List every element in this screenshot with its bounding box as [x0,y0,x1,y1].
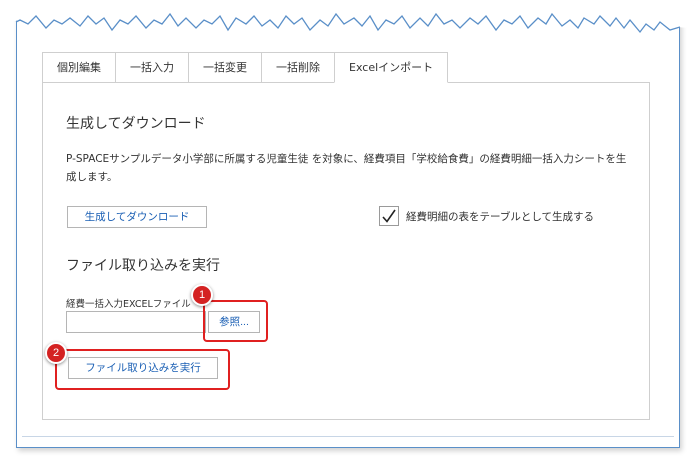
table-format-checkbox-label: 経費明細の表をテーブルとして生成する [406,211,595,223]
torn-edge [0,0,694,34]
highlight-execute [55,349,230,390]
import-section-title: ファイル取り込みを実行 [66,258,220,274]
checkmark-icon [382,209,396,223]
highlight-browse [203,300,268,342]
annotation-marker-1: 1 [191,284,213,306]
tab-excel-import[interactable]: Excelインポート [334,52,449,83]
tab-bar: 個別編集 一括入力 一括変更 一括削除 Excelインポート [42,52,449,83]
tab-bulk-change[interactable]: 一括変更 [188,52,261,83]
generate-description: P-SPACEサンプルデータ小学部に所属する児童生徒 を対象に、経費項目「学校給… [66,153,627,183]
tab-bulk-input[interactable]: 一括入力 [115,52,188,83]
excel-file-label: 経費一括入力EXCELファイル [66,299,191,310]
tab-individual-edit[interactable]: 個別編集 [42,52,115,83]
frame-bottom-rule [22,436,674,437]
table-format-checkbox[interactable] [379,206,399,226]
annotation-marker-2: 2 [45,342,67,364]
generate-download-button[interactable]: 生成してダウンロード [67,206,207,228]
excel-file-input[interactable] [66,311,206,333]
generate-section-title: 生成してダウンロード [66,116,206,132]
tab-bulk-delete[interactable]: 一括削除 [261,52,334,83]
